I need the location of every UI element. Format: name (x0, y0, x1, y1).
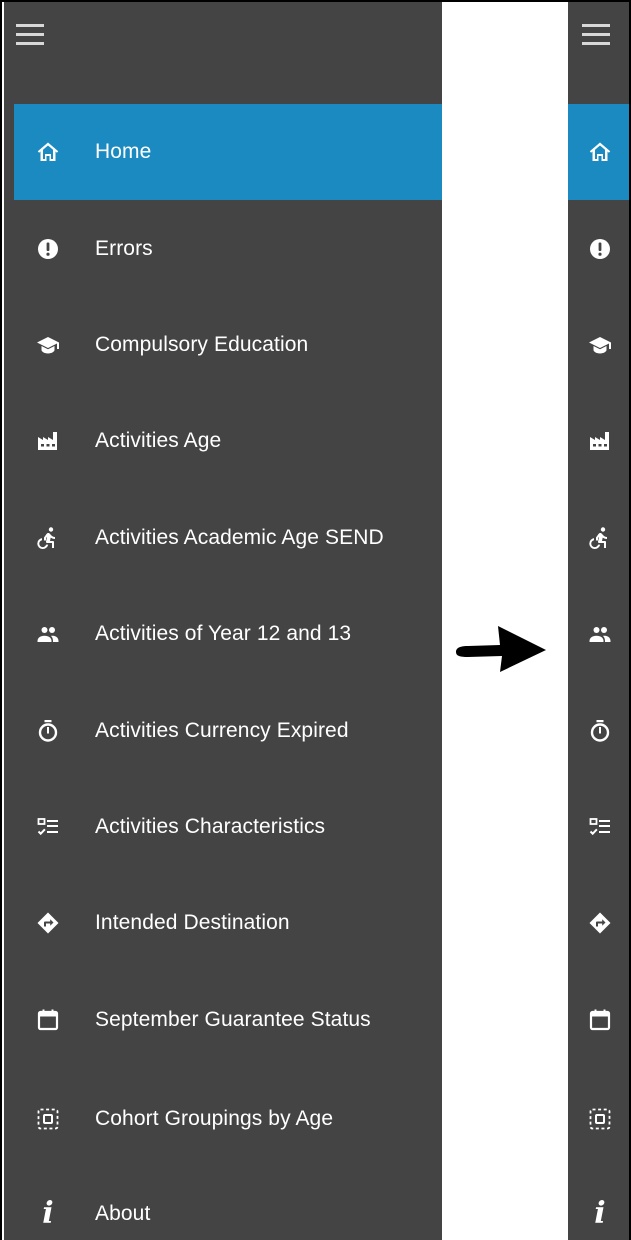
nav-item-label: Activities of Year 12 and 13 (95, 622, 352, 646)
nav-item-activities-characteristics[interactable] (568, 779, 629, 875)
nav-item-about[interactable]: i About (14, 1170, 442, 1240)
nav-item-label: Activities Currency Expired (95, 718, 349, 742)
alert-circle-icon (34, 235, 62, 263)
nav-list-expanded: Home Errors Compulsory Education Activit… (4, 104, 442, 1240)
nav-pane-collapsed: i (568, 2, 629, 1240)
nav-item-label: Activities Academic Age SEND (95, 525, 384, 549)
nav-item-errors[interactable] (568, 200, 629, 296)
nav-item-intended-destination[interactable] (568, 875, 629, 971)
stopwatch-icon (34, 717, 62, 745)
nav-item-activities-age[interactable]: Activities Age (14, 393, 442, 489)
nav-item-label: About (95, 1201, 151, 1225)
nav-item-about[interactable]: i (568, 1170, 629, 1240)
stopwatch-icon (586, 717, 614, 745)
select-group-icon (586, 1105, 614, 1133)
nav-item-home[interactable] (568, 104, 629, 201)
nav-item-label: Compulsory Education (95, 332, 309, 356)
nav-item-errors[interactable]: Errors (14, 200, 442, 296)
directions-icon (34, 909, 62, 937)
factory-icon (34, 427, 62, 455)
calendar-icon (586, 1006, 614, 1034)
nav-item-activities-year-12-13[interactable]: Activities of Year 12 and 13 (14, 586, 442, 682)
nav-item-activities-academic-age-send[interactable] (568, 490, 629, 586)
nav-item-september-guarantee-status[interactable] (568, 972, 629, 1068)
nav-item-intended-destination[interactable]: Intended Destination (14, 875, 442, 971)
nav-item-label: September Guarantee Status (95, 1007, 371, 1031)
nav-item-label: Cohort Groupings by Age (95, 1106, 334, 1130)
nav-item-activities-characteristics[interactable]: Activities Characteristics (14, 779, 442, 875)
checklist-icon (34, 813, 62, 841)
factory-icon (586, 427, 614, 455)
nav-item-cohort-groupings-by-age[interactable] (568, 1068, 629, 1170)
nav-item-activities-year-12-13[interactable] (568, 586, 629, 682)
home-icon (586, 138, 614, 166)
nav-list-collapsed: i (568, 104, 629, 1240)
nav-item-label: Errors (95, 236, 153, 260)
nav-item-september-guarantee-status[interactable]: September Guarantee Status (14, 972, 442, 1068)
hamburger-menu-icon[interactable] (16, 24, 44, 46)
nav-item-home[interactable]: Home (14, 104, 442, 201)
nav-item-label: Activities Age (95, 429, 222, 453)
people-icon (34, 620, 62, 648)
nav-item-label: Intended Destination (95, 911, 290, 935)
nav-item-cohort-groupings-by-age[interactable]: Cohort Groupings by Age (14, 1068, 442, 1170)
info-icon: i (42, 1195, 54, 1231)
graduation-cap-icon (586, 331, 614, 359)
info-icon: i (594, 1195, 606, 1231)
home-icon (34, 138, 62, 166)
transition-arrow-icon (456, 626, 546, 672)
nav-item-activities-currency-expired[interactable] (568, 682, 629, 778)
nav-item-compulsory-education[interactable] (568, 297, 629, 393)
graduation-cap-icon (34, 331, 62, 359)
people-icon (586, 620, 614, 648)
hamburger-menu-icon[interactable] (582, 24, 610, 46)
accessible-icon (586, 524, 614, 552)
nav-item-activities-age[interactable] (568, 393, 629, 489)
accessible-icon (34, 524, 62, 552)
nav-item-activities-currency-expired[interactable]: Activities Currency Expired (14, 682, 442, 778)
nav-item-activities-academic-age-send[interactable]: Activities Academic Age SEND (14, 490, 442, 586)
calendar-icon (34, 1006, 62, 1034)
screenshot-frame: Home Errors Compulsory Education Activit… (0, 0, 631, 1240)
nav-item-label: Activities Characteristics (95, 814, 326, 838)
nav-item-compulsory-education[interactable]: Compulsory Education (14, 297, 442, 393)
directions-icon (586, 909, 614, 937)
alert-circle-icon (586, 235, 614, 263)
select-group-icon (34, 1105, 62, 1133)
nav-pane-expanded: Home Errors Compulsory Education Activit… (4, 2, 442, 1240)
checklist-icon (586, 813, 614, 841)
nav-item-label: Home (95, 140, 152, 164)
